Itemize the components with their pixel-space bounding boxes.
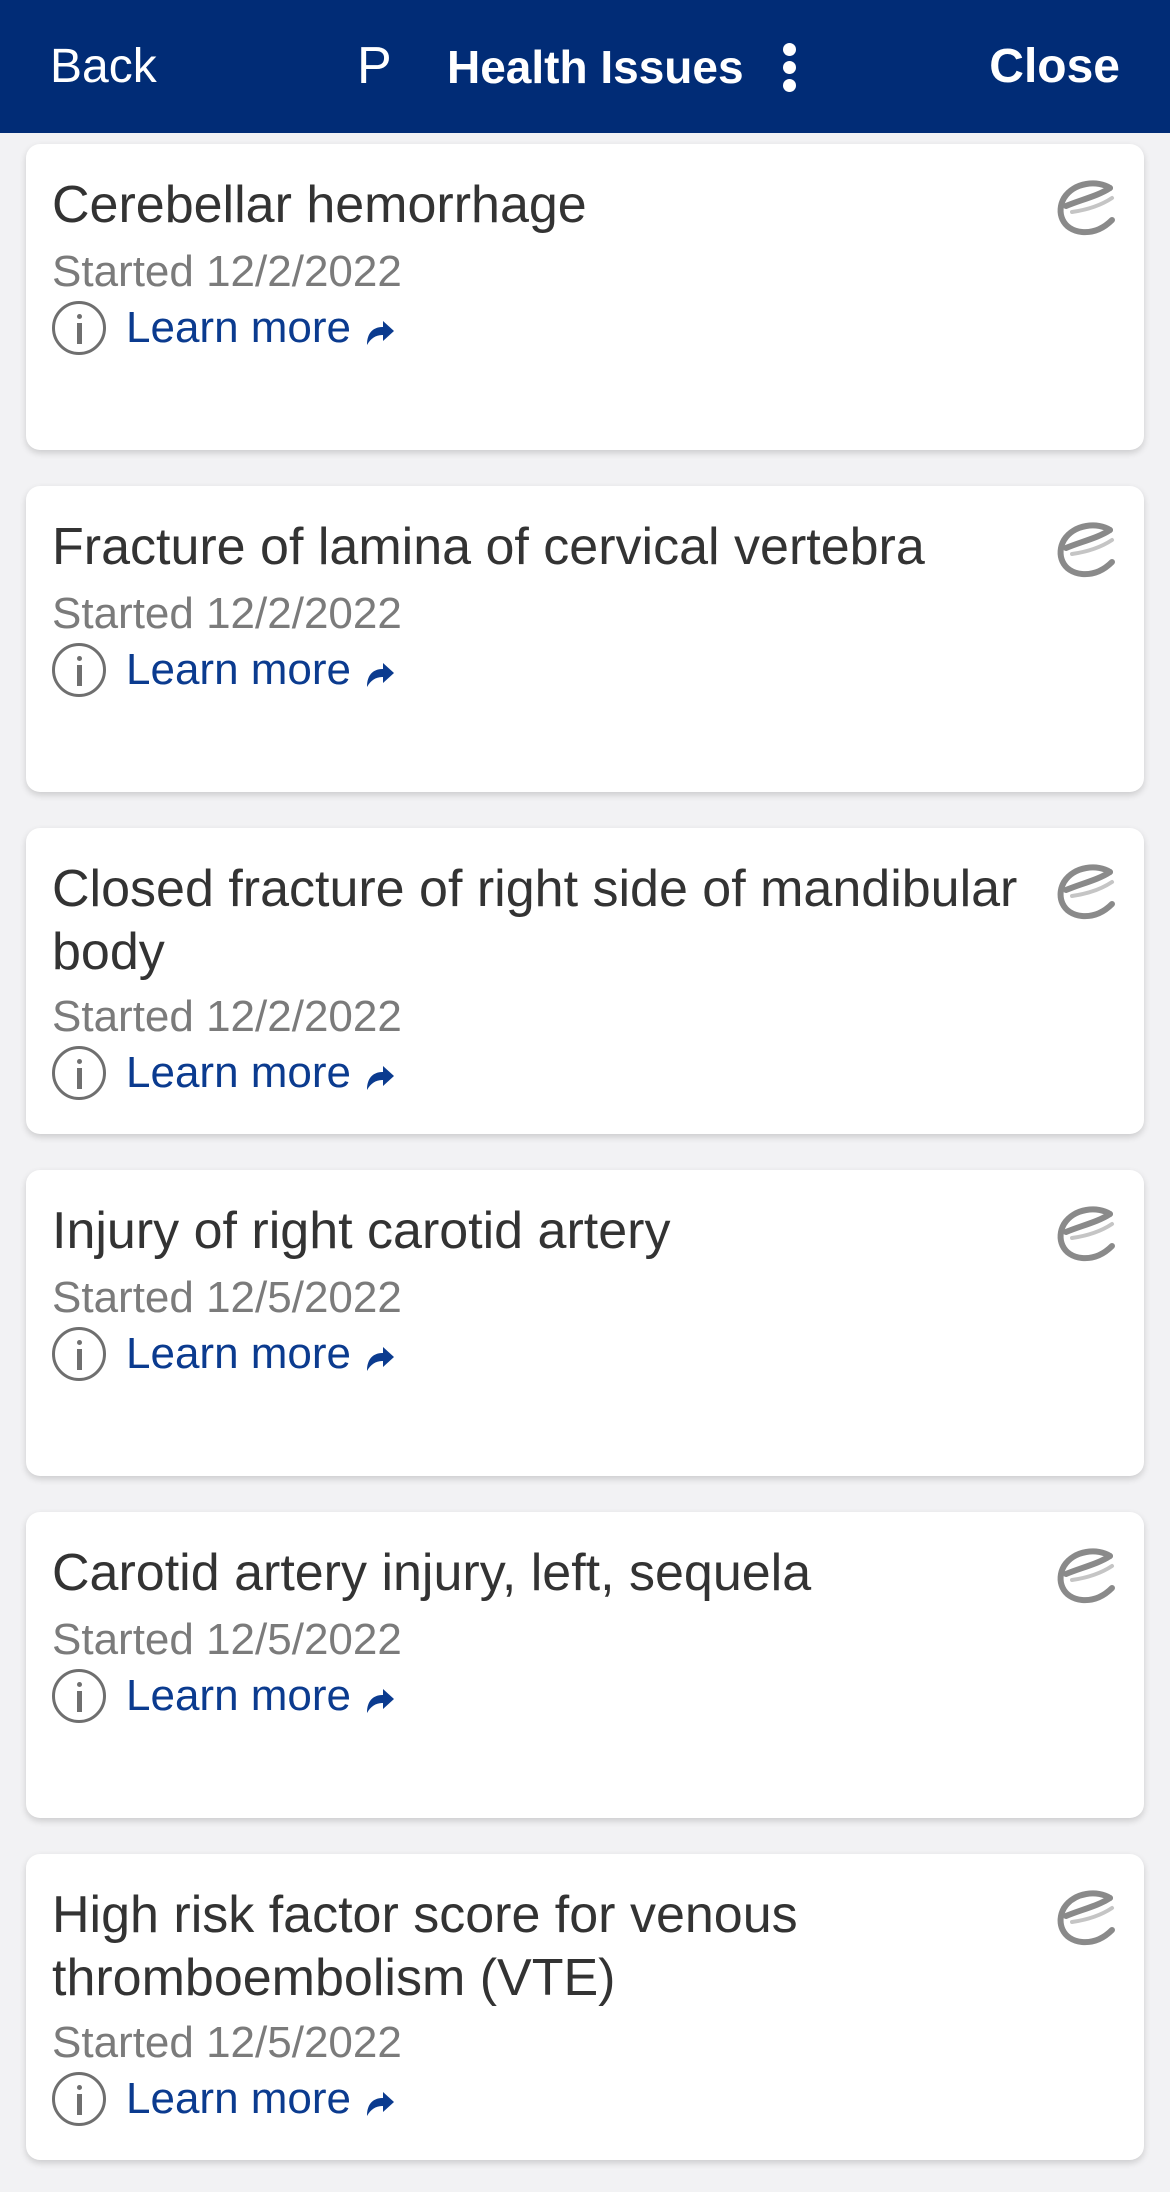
- page-title: Health Issues: [447, 41, 744, 93]
- learn-more-label: Learn more: [126, 1329, 352, 1378]
- learn-more-link[interactable]: Learn more: [52, 299, 397, 357]
- issue-name: Closed fracture of right side of mandibu…: [52, 860, 1018, 981]
- epic-logo-icon: [1057, 1206, 1115, 1262]
- issue-name: Injury of right carotid artery: [52, 1202, 671, 1260]
- issue-start-date: Started 12/2/2022: [52, 247, 402, 296]
- epic-logo-icon: [1057, 522, 1115, 578]
- back-button[interactable]: Back: [50, 38, 157, 96]
- learn-more-link[interactable]: Learn more: [52, 2070, 397, 2128]
- health-issue-card[interactable]: Injury of right carotid artery Started 1…: [26, 1170, 1144, 1476]
- info-icon: [52, 1046, 106, 1100]
- epic-logo-icon: [1057, 1548, 1115, 1604]
- info-icon: [52, 1327, 106, 1381]
- patient-avatar-initial[interactable]: P: [357, 36, 392, 96]
- health-issue-card[interactable]: Cerebellar hemorrhage Started 12/2/2022 …: [26, 144, 1144, 450]
- learn-more-link[interactable]: Learn more: [52, 1325, 397, 1383]
- issue-start-date: Started 12/5/2022: [52, 1273, 402, 1322]
- close-button[interactable]: Close: [989, 38, 1120, 96]
- external-link-icon: [367, 2092, 395, 2116]
- learn-more-link[interactable]: Learn more: [52, 1044, 397, 1102]
- issue-start-date: Started 12/2/2022: [52, 589, 402, 638]
- learn-more-label: Learn more: [126, 645, 352, 694]
- app-header: Back P Health Issues Close: [0, 0, 1170, 133]
- info-icon: [52, 2072, 106, 2126]
- info-icon: [52, 643, 106, 697]
- epic-logo-icon: [1057, 1890, 1115, 1946]
- learn-more-link[interactable]: Learn more: [52, 641, 397, 699]
- issue-name: Carotid artery injury, left, sequela: [52, 1544, 812, 1602]
- health-issue-card[interactable]: Fracture of lamina of cervical vertebra …: [26, 486, 1144, 792]
- epic-logo-icon: [1057, 180, 1115, 236]
- issue-name: Fracture of lamina of cervical vertebra: [52, 518, 925, 576]
- kebab-menu-icon[interactable]: [776, 38, 804, 96]
- health-issue-card[interactable]: Carotid artery injury, left, sequela Sta…: [26, 1512, 1144, 1818]
- external-link-icon: [367, 321, 395, 345]
- external-link-icon: [367, 1689, 395, 1713]
- issue-start-date: Started 12/2/2022: [52, 992, 402, 1041]
- learn-more-label: Learn more: [126, 2074, 352, 2123]
- health-issue-card[interactable]: Closed fracture of right side of mandibu…: [26, 828, 1144, 1134]
- learn-more-label: Learn more: [126, 303, 352, 352]
- health-issue-card[interactable]: High risk factor score for venous thromb…: [26, 1854, 1144, 2160]
- epic-logo-icon: [1057, 864, 1115, 920]
- learn-more-label: Learn more: [126, 1048, 352, 1097]
- issue-start-date: Started 12/5/2022: [52, 1615, 402, 1664]
- issue-name: High risk factor score for venous thromb…: [52, 1886, 798, 2007]
- learn-more-label: Learn more: [126, 1671, 352, 1720]
- external-link-icon: [367, 1347, 395, 1371]
- issue-name: Cerebellar hemorrhage: [52, 176, 587, 234]
- info-icon: [52, 301, 106, 355]
- external-link-icon: [367, 663, 395, 687]
- external-link-icon: [367, 1066, 395, 1090]
- issue-start-date: Started 12/5/2022: [52, 2018, 402, 2067]
- info-icon: [52, 1669, 106, 1723]
- learn-more-link[interactable]: Learn more: [52, 1667, 397, 1725]
